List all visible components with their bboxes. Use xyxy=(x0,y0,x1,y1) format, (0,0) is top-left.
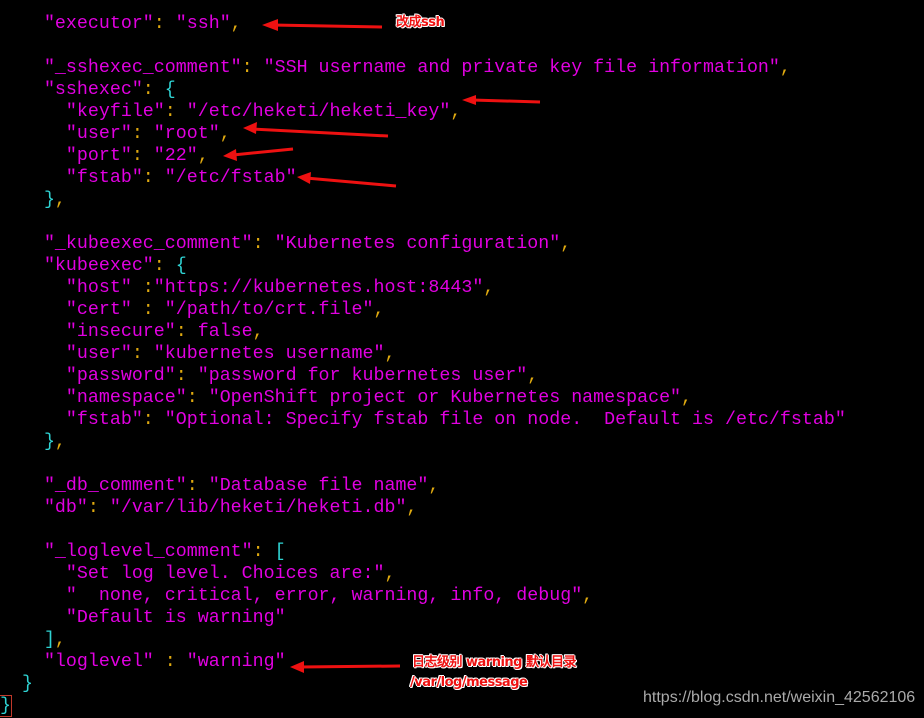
arrow-head-icon xyxy=(462,95,476,105)
arrow-head-icon xyxy=(243,122,257,134)
arrow-head-icon xyxy=(297,172,311,184)
annotation-arrows xyxy=(223,19,541,673)
arrow-head-icon xyxy=(262,19,278,31)
arrow-fstab xyxy=(305,176,397,188)
arrow-port xyxy=(232,147,294,157)
loglevel-annotation-line1: 日志级别 warning 默认目录 xyxy=(412,655,577,670)
arrow-head-icon xyxy=(223,149,237,161)
executor-annotation: 改成ssh xyxy=(396,15,445,30)
arrow-executor xyxy=(271,23,383,29)
arrow-user xyxy=(251,127,389,138)
loglevel-annotation-line2: /var/log/message xyxy=(410,675,528,690)
watermark: https://blog.csdn.net/weixin_42562106 xyxy=(643,689,916,706)
arrow-keyfile xyxy=(471,98,541,104)
arrow-head-icon xyxy=(290,661,304,673)
arrow-loglevel xyxy=(299,664,401,669)
